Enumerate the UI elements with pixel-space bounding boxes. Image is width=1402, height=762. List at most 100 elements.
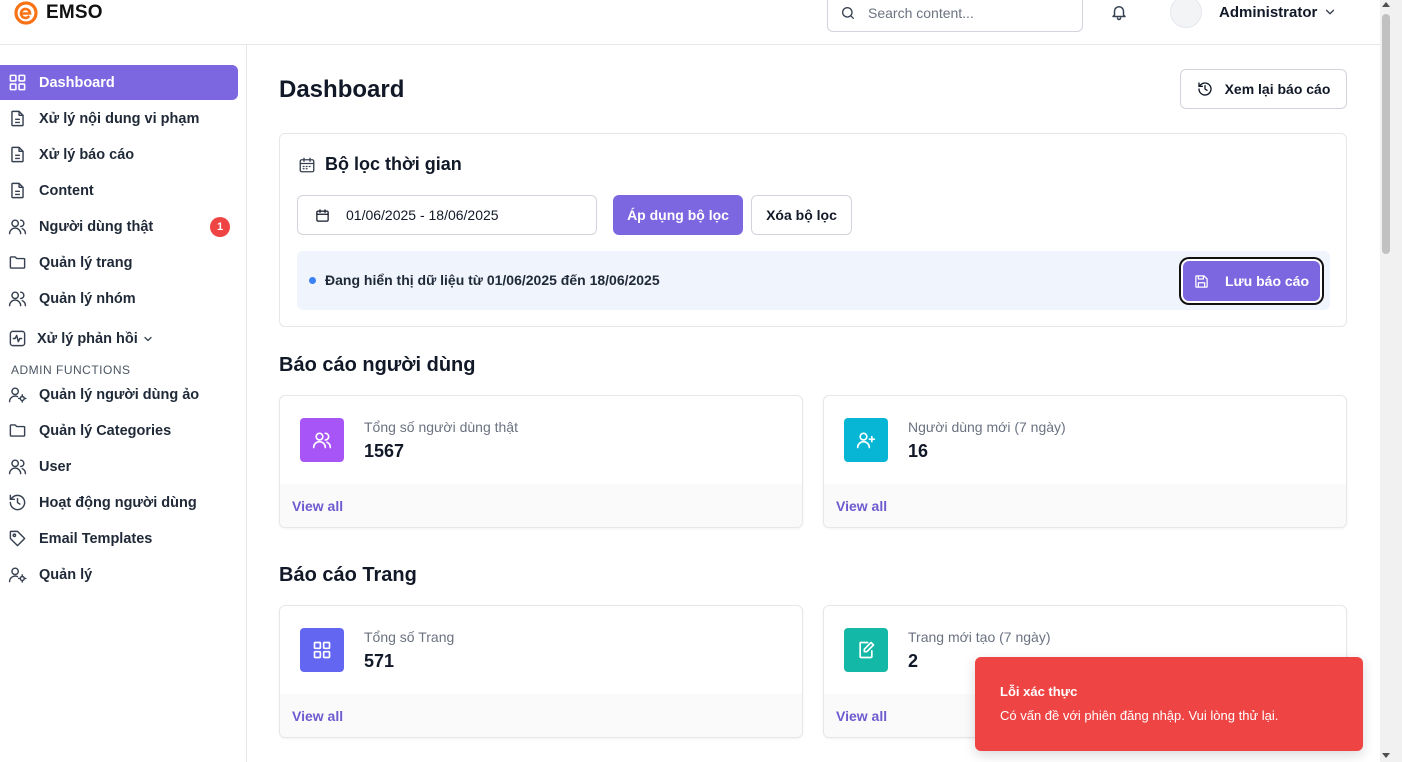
stat-icon-box bbox=[844, 628, 888, 672]
sidebar-item-reports[interactable]: Xử lý báo cáo bbox=[0, 137, 238, 172]
user-plus-icon bbox=[856, 432, 876, 449]
edit-icon bbox=[859, 641, 875, 659]
app-name: EMSO bbox=[46, 2, 103, 23]
sidebar-item-label: Quản lý nhóm bbox=[39, 290, 136, 307]
user-cog-icon bbox=[8, 567, 27, 583]
sidebar-item-label: User bbox=[39, 458, 72, 475]
sidebar-item-content[interactable]: Content bbox=[0, 173, 238, 208]
search-input[interactable] bbox=[868, 5, 1068, 21]
filter-title: Bộ lọc thời gian bbox=[298, 154, 462, 175]
page-report-title: Báo cáo Trang bbox=[279, 564, 417, 586]
stat-label: Tổng số người dùng thật bbox=[364, 419, 518, 435]
chevron-down-icon[interactable] bbox=[1323, 5, 1337, 19]
view-all-link[interactable]: View all bbox=[836, 498, 887, 514]
emso-logo-icon bbox=[14, 1, 38, 25]
view-reports-label: Xem lại báo cáo bbox=[1224, 81, 1331, 97]
stat-label: Người dùng mới (7 ngày) bbox=[908, 419, 1066, 435]
users-icon bbox=[8, 459, 27, 475]
sidebar-item-groups[interactable]: Quản lý nhóm bbox=[0, 281, 238, 316]
stat-value: 16 bbox=[908, 441, 929, 461]
calendar-icon bbox=[299, 157, 315, 172]
document-icon bbox=[11, 182, 24, 199]
sidebar-item-email-templates[interactable]: Email Templates bbox=[0, 521, 238, 556]
date-range-picker[interactable]: 01/06/2025 - 18/06/2025 bbox=[297, 195, 597, 235]
user-cog-icon bbox=[8, 387, 27, 403]
sidebar-item-management[interactable]: Quản lý bbox=[0, 557, 238, 592]
users-icon bbox=[312, 432, 332, 449]
filter-info-bar: Đang hiển thị dữ liệu từ 01/06/2025 đến … bbox=[297, 251, 1330, 310]
calendar-icon bbox=[316, 208, 329, 222]
grid-icon bbox=[9, 74, 26, 91]
date-range-value: 01/06/2025 - 18/06/2025 bbox=[346, 207, 499, 223]
sidebar-item-pages[interactable]: Quản lý trang bbox=[0, 245, 238, 280]
stat-card-total-real-users: Tổng số người dùng thật 1567 View all bbox=[279, 395, 803, 528]
save-report-label: Lưu báo cáo bbox=[1224, 273, 1310, 289]
sidebar-item-label: Người dùng thật bbox=[39, 218, 154, 235]
stat-value: 2 bbox=[908, 651, 919, 671]
sidebar-item-label: Hoạt động người dùng bbox=[39, 494, 197, 511]
toast-title: Lỗi xác thực bbox=[1000, 684, 1078, 699]
user-avatar[interactable] bbox=[1170, 0, 1202, 28]
save-report-button[interactable]: Lưu báo cáo bbox=[1183, 261, 1320, 301]
history-icon bbox=[1197, 82, 1212, 96]
view-all-link[interactable]: View all bbox=[292, 498, 343, 514]
stat-card-new-users: Người dùng mới (7 ngày) 16 View all bbox=[823, 395, 1347, 528]
scroll-up-arrow-icon[interactable] bbox=[1381, 0, 1391, 8]
toast-message: Có vấn đề với phiên đăng nhập. Vui lòng … bbox=[1000, 708, 1279, 723]
save-icon bbox=[1195, 274, 1208, 288]
view-all-link[interactable]: View all bbox=[836, 708, 887, 724]
sidebar-item-categories[interactable]: Quản lý Categories bbox=[0, 413, 238, 448]
top-bar: EMSO Administrator bbox=[0, 0, 1380, 45]
sidebar-item-dashboard[interactable]: Dashboard bbox=[0, 65, 238, 100]
sidebar-item-feedback[interactable]: Xử lý phản hồi bbox=[0, 321, 238, 356]
stat-footer: View all bbox=[280, 694, 802, 737]
chevron-down-icon[interactable] bbox=[142, 333, 154, 345]
sidebar-item-label: Xử lý nội dung vi phạm bbox=[39, 110, 200, 127]
sidebar-item-violation-content[interactable]: Xử lý nội dung vi phạm bbox=[0, 101, 238, 136]
sidebar-item-label: Quản lý trang bbox=[39, 254, 133, 271]
error-toast[interactable]: Lỗi xác thực Có vấn đề với phiên đăng nh… bbox=[975, 657, 1363, 751]
page-title: Dashboard bbox=[279, 76, 405, 103]
app-logo[interactable]: EMSO bbox=[14, 0, 103, 26]
stat-footer: View all bbox=[824, 484, 1346, 527]
filter-title-text: Bộ lọc thời gian bbox=[325, 154, 462, 174]
document-icon bbox=[11, 146, 24, 163]
apply-filter-button[interactable]: Áp dụng bộ lọc bbox=[613, 195, 743, 235]
notification-bell-icon[interactable] bbox=[1110, 3, 1128, 21]
sidebar-item-virtual-users[interactable]: Quản lý người dùng ảo bbox=[0, 377, 238, 412]
info-dot bbox=[309, 277, 316, 284]
clear-filter-button[interactable]: Xóa bộ lọc bbox=[751, 195, 852, 235]
sidebar: Dashboard Xử lý nội dung vi phạm Xử lý b… bbox=[0, 45, 247, 762]
view-all-link[interactable]: View all bbox=[292, 708, 343, 724]
search-box[interactable] bbox=[827, 0, 1083, 32]
stat-label: Trang mới tạo (7 ngày) bbox=[908, 629, 1051, 645]
scrollbar-thumb[interactable] bbox=[1382, 14, 1390, 254]
sidebar-item-label: Email Templates bbox=[39, 530, 153, 547]
sidebar-item-label: Xử lý báo cáo bbox=[39, 146, 135, 163]
search-icon bbox=[842, 6, 854, 19]
sidebar-item-user[interactable]: User bbox=[0, 449, 238, 484]
time-filter-card: Bộ lọc thời gian 01/06/2025 - 18/06/2025… bbox=[279, 133, 1347, 327]
folder-icon bbox=[9, 256, 26, 269]
notification-badge: 1 bbox=[210, 217, 230, 237]
grid-icon bbox=[313, 641, 331, 659]
sidebar-item-label: Content bbox=[39, 182, 94, 199]
users-icon bbox=[8, 291, 27, 307]
stat-icon-box bbox=[844, 418, 888, 462]
sidebar-item-label: Quản lý Categories bbox=[39, 422, 172, 439]
stat-value: 571 bbox=[364, 651, 395, 671]
sidebar-item-real-users[interactable]: Người dùng thật 1 bbox=[0, 209, 238, 244]
view-reports-button[interactable]: Xem lại báo cáo bbox=[1180, 69, 1347, 109]
history-icon bbox=[9, 494, 26, 511]
scroll-down-arrow-icon[interactable] bbox=[1381, 752, 1391, 760]
sidebar-item-label: Xử lý phản hồi bbox=[37, 330, 138, 347]
user-name[interactable]: Administrator bbox=[1219, 4, 1317, 21]
sidebar-item-user-activity[interactable]: Hoạt động người dùng bbox=[0, 485, 238, 520]
stat-card-total-pages: Tổng số Trang 571 View all bbox=[279, 605, 803, 738]
sidebar-item-label: Quản lý người dùng ảo bbox=[39, 386, 200, 403]
sidebar-item-label: Quản lý bbox=[39, 566, 93, 583]
stat-icon-box bbox=[300, 418, 344, 462]
tag-icon bbox=[9, 530, 26, 547]
user-report-title: Báo cáo người dùng bbox=[279, 354, 476, 376]
admin-section-label: ADMIN FUNCTIONS bbox=[11, 363, 131, 377]
